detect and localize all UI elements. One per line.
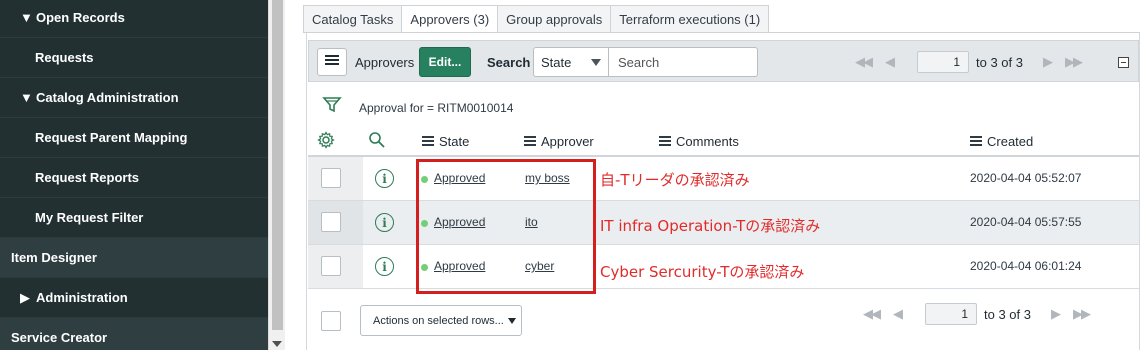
created-value: 2020-04-04 05:57:55 [970,215,1082,229]
next-page-icon[interactable]: ▶ [1043,54,1053,70]
column-header-state[interactable]: State [422,129,469,153]
info-icon[interactable]: i [375,213,394,232]
last-page-icon[interactable]: ▶▶ [1073,306,1091,322]
annotation-text: 自-Tリーダの承認済み [600,171,750,189]
column-label: Approver [541,133,594,149]
nav-item-my-request-filter[interactable]: My Request Filter [0,198,268,238]
tab-terraform-executions[interactable]: Terraform executions (1) [610,5,770,33]
collapse-list-icon[interactable] [1118,57,1129,68]
collapsed-triangle-icon: ▶ [20,289,30,305]
column-header-created[interactable]: Created [970,129,1033,153]
column-menu-icon[interactable] [524,134,536,148]
approvers-list-panel: Approvers Edit... Search State Search ◀◀… [306,33,1140,350]
actions-label: Actions on selected rows... [373,314,504,327]
nav-item-request-parent-mapping[interactable]: Request Parent Mapping [0,118,268,158]
nav-section-service-creator[interactable]: Service Creator [0,318,268,350]
nav-item-label: Request Parent Mapping [35,130,188,145]
nav-item-label: Catalog Administration [36,90,179,105]
personalize-list-gear-icon[interactable] [317,131,335,154]
created-value: 2020-04-04 06:01:24 [970,259,1082,273]
hamburger-icon [325,53,339,71]
page-range-text: to 3 of 3 [984,306,1031,322]
column-menu-icon[interactable] [659,134,671,148]
search-column-icon[interactable] [368,131,386,154]
sidebar-scrollbar[interactable] [268,0,285,350]
select-cell [308,245,363,288]
last-page-icon[interactable]: ▶▶ [1065,54,1083,70]
list-context-menu-button[interactable] [317,48,347,76]
tab-catalog-tasks[interactable]: Catalog Tasks [303,5,402,33]
search-input[interactable]: Search [609,47,758,77]
first-page-icon[interactable]: ◀◀ [855,54,873,70]
edit-button[interactable]: Edit... [419,47,471,77]
column-label: Created [987,133,1034,149]
created-value: 2020-04-04 05:52:07 [970,171,1082,185]
list-title: Approvers [355,55,415,70]
row-checkbox[interactable] [321,256,341,276]
nav-section-label: Item Designer [11,250,97,265]
previous-page-icon[interactable]: ◀ [885,54,895,70]
search-field-select[interactable]: State [533,47,609,77]
dropdown-arrow-icon [591,59,601,66]
next-page-icon[interactable]: ▶ [1051,306,1061,322]
expanded-triangle-icon: ▼ [20,10,33,25]
related-list-tabs: Catalog Tasks Approvers (3) Group approv… [303,5,770,33]
nav-section-item-designer[interactable]: Item Designer [0,238,268,278]
nav-item-label: Open Records [36,10,125,25]
select-cell [308,157,363,200]
main-content: Catalog Tasks Approvers (3) Group approv… [297,0,1146,350]
pager-top: ◀◀ ◀ 1 to 3 of 3 ▶ ▶▶ [855,47,1083,77]
first-page-icon[interactable]: ◀◀ [863,306,881,322]
column-label: State [439,133,470,149]
nav-item-request-reports[interactable]: Request Reports [0,158,268,198]
search-label: Search [487,55,531,70]
column-label: Comments [676,133,739,149]
nav-item-administration[interactable]: ▶ Administration [0,278,268,318]
divider [285,0,297,350]
select-cell [308,201,363,244]
nav-item-label: Requests [35,50,94,65]
column-header-comments[interactable]: Comments [659,129,739,153]
filter-funnel-icon[interactable] [322,95,342,120]
select-all-checkbox[interactable] [321,311,341,331]
scrollbar-thumb[interactable] [272,0,283,330]
nav-item-requests[interactable]: Requests [0,38,268,78]
list-header: Approvers Edit... Search State Search ◀◀… [308,40,1139,82]
application-navigator: ▼ Open Records Requests ▼ Catalog Admini… [0,0,268,350]
actions-on-selected-rows-select[interactable]: Actions on selected rows... [360,305,522,336]
row-checkbox[interactable] [321,212,341,232]
page-range-text: to 3 of 3 [976,54,1023,70]
annotation-text: IT infra Operation-Tの承認済み [600,217,821,235]
page-number-input[interactable]: 1 [925,303,977,325]
page-number-input[interactable]: 1 [917,51,969,73]
column-menu-icon[interactable] [970,134,982,148]
column-menu-icon[interactable] [422,134,434,148]
filter-breadcrumb: Approval for = RITM0010014 [307,89,1138,125]
column-header-approver[interactable]: Approver [524,129,594,153]
nav-item-catalog-administration[interactable]: ▼ Catalog Administration [0,78,268,118]
nav-item-label: My Request Filter [35,210,144,225]
info-icon[interactable]: i [375,169,394,188]
highlight-box [416,159,596,294]
dropdown-arrow-icon [508,318,516,324]
expanded-triangle-icon: ▼ [20,90,33,105]
pager-bottom: ◀◀ ◀ 1 to 3 of 3 ▶ ▶▶ [863,299,1091,329]
filter-condition-text[interactable]: Approval for = RITM0010014 [359,101,513,115]
nav-item-label: Request Reports [35,170,140,185]
previous-page-icon[interactable]: ◀ [893,306,903,322]
row-checkbox[interactable] [321,168,341,188]
search-field-value: State [541,54,572,70]
tab-approvers[interactable]: Approvers (3) [401,5,498,33]
nav-item-open-records[interactable]: ▼ Open Records [0,0,268,38]
info-icon[interactable]: i [375,257,394,276]
nav-section-label: Service Creator [11,330,108,345]
annotation-text: Cyber Sercurity-Tの承認済み [600,263,805,281]
tab-group-approvals[interactable]: Group approvals [497,5,611,33]
scroll-down-arrow-icon[interactable] [272,341,282,347]
nav-item-label: Administration [36,290,128,305]
app-root: ▼ Open Records Requests ▼ Catalog Admini… [0,0,1146,350]
